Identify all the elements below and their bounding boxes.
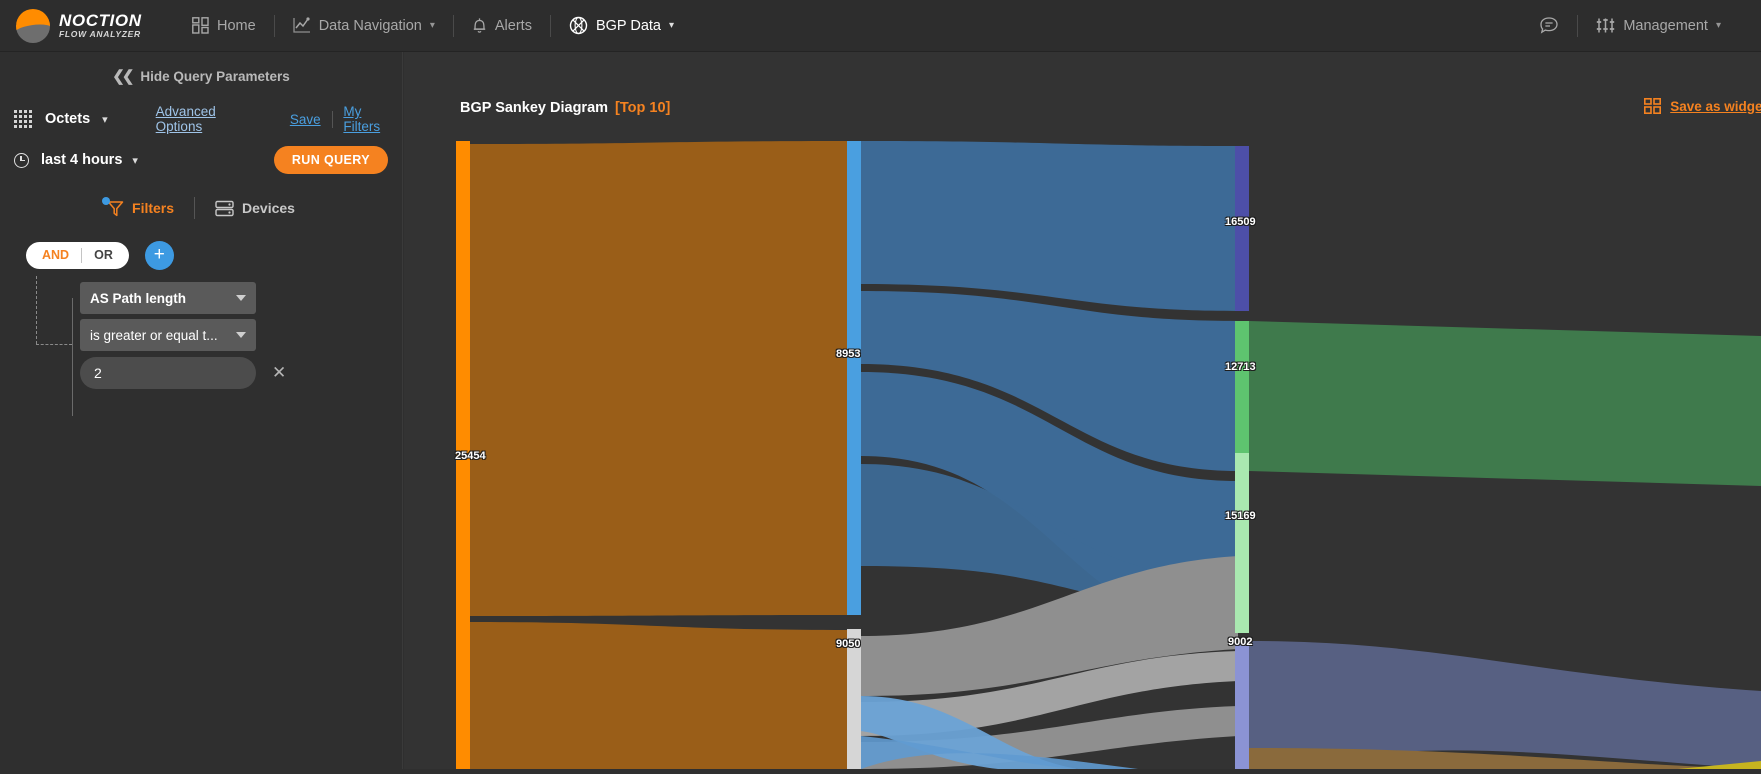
filter-group: AS Path length is greater or equal t... … (0, 276, 402, 416)
nav-item-bgp-data-label: BGP Data (595, 17, 661, 34)
tab-devices-label: Devices (242, 200, 295, 216)
chevron-down-icon[interactable]: ▾ (102, 113, 108, 126)
bgp-sankey-chart-card: BGP Sankey Diagram [Top 10] Save as widg… (438, 86, 1761, 769)
brand-logo-area[interactable]: NOCTION FLOW ANALYZER (0, 8, 160, 43)
sankey-node-15169[interactable] (1235, 453, 1249, 633)
chart-title: BGP Sankey Diagram (460, 100, 609, 116)
or-option[interactable]: OR (82, 248, 125, 262)
sankey-node-12713[interactable] (1235, 321, 1249, 471)
nav-item-management[interactable]: Management ▾ (1578, 0, 1739, 52)
nav-item-bgp-data[interactable]: BGP Data ▾ (551, 0, 692, 52)
sankey-link-25454-8953[interactable] (470, 141, 847, 616)
hide-query-parameters-label: Hide Query Parameters (140, 68, 290, 84)
sankey-node-9050[interactable] (847, 629, 861, 769)
tab-filters-label: Filters (132, 200, 175, 216)
chart-line-icon (293, 17, 311, 34)
remove-filter-button[interactable]: ✕ (272, 363, 286, 383)
save-as-widget-label: Save as widget (1670, 98, 1761, 114)
main-content-area: BGP Sankey Diagram [Top 10] Save as widg… (404, 52, 1761, 769)
filter-field-select[interactable]: AS Path length (80, 282, 256, 314)
logic-operator-row: AND OR + (0, 234, 402, 276)
add-filter-button[interactable]: + (144, 240, 174, 270)
clock-icon (14, 152, 29, 168)
sankey-link-8953-16509[interactable] (861, 141, 1238, 311)
top-nav-right: Management ▾ (1521, 0, 1761, 52)
sankey-svg (456, 141, 1761, 769)
brand-subtitle: FLOW ANALYZER (59, 28, 141, 39)
sankey-outflow-12713[interactable] (1249, 321, 1761, 486)
sliders-icon (1596, 17, 1615, 34)
nav-item-data-navigation-label: Data Navigation (318, 17, 422, 34)
filter-operator-select[interactable]: is greater or equal t... (80, 319, 256, 351)
chevron-down-icon: ▾ (669, 20, 675, 31)
query-parameters-panel: ❮❮ Hide Query Parameters Octets ▾ Advanc… (0, 52, 403, 769)
filter-value-row: ✕ (80, 357, 402, 389)
bgp-globe-icon (569, 16, 588, 35)
sankey-link-25454-9050[interactable] (470, 622, 847, 769)
nav-item-alerts[interactable]: Alerts (454, 0, 550, 52)
sankey-node-25454[interactable] (456, 141, 470, 769)
filter-tree-line-horizontal (36, 344, 72, 345)
filter-tree-line-vertical (36, 276, 37, 344)
widget-grid-icon (1644, 98, 1662, 114)
divider (331, 110, 333, 128)
chevron-down-icon (236, 332, 246, 338)
chevron-down-icon: ▾ (429, 20, 435, 31)
sankey-node-8953[interactable] (847, 141, 861, 615)
filter-field-value: AS Path length (90, 290, 187, 306)
metric-row: Octets ▾ Advanced Options Save My Filter… (0, 100, 402, 138)
nav-item-data-navigation[interactable]: Data Navigation ▾ (275, 0, 453, 52)
top-navigation-bar: NOCTION FLOW ANALYZER Home Data Navigati… (0, 0, 1761, 52)
filter-value-input[interactable] (80, 357, 256, 389)
tab-filters[interactable]: Filters (102, 196, 175, 217)
metric-selector-label[interactable]: Octets (45, 111, 90, 127)
run-query-button[interactable]: RUN QUERY (273, 146, 388, 174)
chat-bubble-icon (1539, 16, 1559, 35)
sankey-node-9002[interactable] (1235, 641, 1249, 769)
chart-header: BGP Sankey Diagram [Top 10] (460, 100, 670, 116)
sankey-node-16509[interactable] (1235, 146, 1249, 311)
chevron-down-icon[interactable]: ▾ (132, 154, 138, 167)
bell-icon (472, 17, 487, 34)
brand-text: NOCTION FLOW ANALYZER (59, 12, 142, 39)
and-or-toggle[interactable]: AND OR (26, 241, 129, 269)
metric-grid-icon (14, 110, 32, 128)
time-range-row: last 4 hours ▾ RUN QUERY (0, 138, 402, 182)
and-option[interactable]: AND (30, 248, 81, 262)
grid-icon (192, 17, 209, 34)
noction-logo-icon (16, 8, 50, 43)
top-nav-items: Home Data Navigation ▾ Alerts BGP Data ▾ (174, 0, 692, 52)
chevron-down-icon (236, 295, 246, 301)
save-as-widget-button[interactable]: Save as widget (1644, 98, 1761, 114)
server-icon (215, 200, 234, 217)
nav-item-home[interactable]: Home (174, 0, 274, 52)
funnel-icon (102, 196, 124, 217)
divider (194, 197, 196, 219)
chat-button[interactable] (1521, 0, 1577, 52)
time-range-label[interactable]: last 4 hours (41, 152, 122, 168)
tab-devices[interactable]: Devices (215, 200, 295, 217)
chart-top-badge: [Top 10] (615, 100, 671, 116)
hide-query-parameters-button[interactable]: ❮❮ Hide Query Parameters (0, 52, 402, 100)
my-filters-link[interactable]: My Filters (343, 104, 388, 134)
nav-item-management-label: Management (1623, 17, 1708, 34)
advanced-options-link[interactable]: Advanced Options (156, 104, 240, 134)
save-link[interactable]: Save (290, 112, 321, 127)
double-chevron-left-icon: ❮❮ (112, 68, 134, 85)
chevron-down-icon: ▾ (1715, 20, 1721, 31)
filter-badge-dot (102, 196, 111, 205)
nav-item-home-label: Home (217, 17, 256, 34)
filter-operator-value: is greater or equal t... (90, 327, 218, 343)
sankey-diagram[interactable]: 25454 8953 9050 16509 12713 15169 9002 (438, 136, 1761, 769)
filter-row-connector (72, 298, 73, 416)
filters-devices-tabs: Filters Devices (0, 182, 402, 234)
brand-name: NOCTION (59, 11, 142, 31)
nav-item-alerts-label: Alerts (494, 17, 532, 34)
